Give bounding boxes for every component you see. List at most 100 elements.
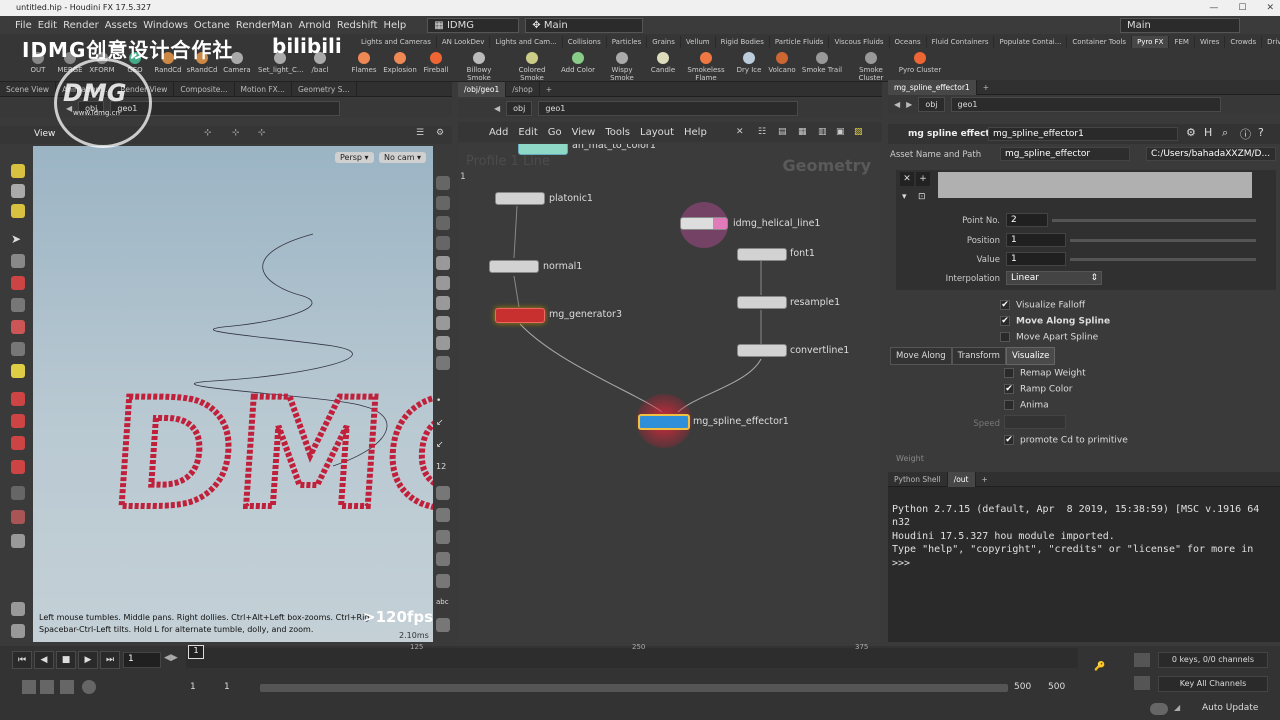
camera-icon[interactable] xyxy=(436,336,450,350)
network-menu-go[interactable]: Go xyxy=(543,127,567,138)
snap-icon[interactable]: ⊹ xyxy=(204,128,212,138)
node-resample1[interactable] xyxy=(737,296,787,309)
channel-icon[interactable] xyxy=(1134,653,1150,667)
grid-icon[interactable]: ▦ xyxy=(798,127,807,137)
add-tab-icon[interactable]: + xyxy=(540,82,558,97)
timeline-ruler[interactable] xyxy=(186,648,1078,668)
texture-icon[interactable] xyxy=(436,356,450,370)
image-icon[interactable]: ▣ xyxy=(836,127,845,137)
jump-end-icon[interactable]: ⏭ xyxy=(100,651,120,669)
shelf-tab[interactable]: Particle Fluids xyxy=(770,36,830,48)
shelf-tab[interactable]: AN LookDev xyxy=(437,36,491,48)
table-icon[interactable]: ▥ xyxy=(818,127,827,137)
light-icon[interactable] xyxy=(436,316,450,330)
maximize-button[interactable]: ☐ xyxy=(1238,0,1246,16)
shelf-tab-pyro-fx[interactable]: Pyro FX xyxy=(1132,36,1170,48)
promote-cd-checkbox[interactable]: ✔ promote Cd to primitive xyxy=(1004,435,1128,446)
start-frame[interactable]: 1 xyxy=(190,682,196,692)
move-icon[interactable] xyxy=(11,342,25,356)
menu-renderman[interactable]: RenderMan xyxy=(233,20,296,31)
key-all-channels-button[interactable]: Key All Channels xyxy=(1158,676,1268,692)
shelf-tab[interactable]: Lights and Cam... xyxy=(490,36,563,48)
select-tool-icon[interactable] xyxy=(11,164,25,178)
main-dropdown-right[interactable]: Main xyxy=(1120,17,1240,33)
normal-icon[interactable]: ↙ xyxy=(436,440,450,454)
path-obj[interactable]: obj xyxy=(918,97,945,112)
menu-arnold[interactable]: Arnold xyxy=(296,20,334,31)
shelf-tool-add-color[interactable]: Add Color xyxy=(556,52,600,74)
network-menu-tools[interactable]: Tools xyxy=(600,127,635,138)
shelf-tab[interactable]: Oceans xyxy=(890,36,927,48)
menu-edit[interactable]: Edit xyxy=(35,20,60,31)
path-obj[interactable]: obj xyxy=(506,101,533,116)
sphere-icon[interactable] xyxy=(436,256,450,270)
position-field[interactable]: 1 xyxy=(1006,233,1066,247)
forward-arrow-icon[interactable]: ▶ xyxy=(906,100,912,109)
sculpt-icon[interactable] xyxy=(11,510,25,524)
path-geo1[interactable]: geo1 xyxy=(950,97,1221,112)
remap-weight-checkbox[interactable]: Remap Weight xyxy=(1004,368,1086,379)
sphere-icon[interactable] xyxy=(436,276,450,290)
visualize-falloff-checkbox[interactable]: ✔ Visualize Falloff xyxy=(1000,300,1085,311)
add-icon[interactable]: + xyxy=(916,172,930,186)
snap-grid-icon[interactable] xyxy=(11,320,25,334)
stop-icon[interactable]: ■ xyxy=(56,651,76,669)
ramp-editor[interactable] xyxy=(938,172,1252,198)
auto-update-button[interactable]: Auto Update xyxy=(1202,703,1258,713)
subtab-move-along[interactable]: Move Along xyxy=(890,347,952,365)
shelf-tab[interactable]: Populate Contai... xyxy=(994,36,1068,48)
handle-tool-icon[interactable] xyxy=(11,204,25,218)
node-mg-generator3[interactable] xyxy=(495,308,545,323)
node-mg-spline-effector1[interactable] xyxy=(638,414,690,430)
wrench-icon[interactable]: ✕ xyxy=(736,127,744,137)
display-icon[interactable] xyxy=(436,216,450,230)
shelf-tool-volcano[interactable]: Volcano xyxy=(760,52,804,74)
close-button[interactable]: ✕ xyxy=(1266,0,1274,16)
display-icon[interactable] xyxy=(436,618,450,632)
network-menu-add[interactable]: Add xyxy=(484,127,513,138)
subtab-transform[interactable]: Transform xyxy=(951,347,1006,365)
point-no-slider[interactable] xyxy=(1052,219,1256,222)
tab-shop[interactable]: /shop xyxy=(506,81,540,97)
tab-motion-fx[interactable]: Motion FX... xyxy=(235,81,292,97)
menu-windows[interactable]: Windows xyxy=(140,20,191,31)
display-icon[interactable] xyxy=(436,530,450,544)
shelf-tab[interactable]: Container Tools xyxy=(1067,36,1133,48)
display-icon[interactable] xyxy=(436,236,450,250)
node-an-mat-to-color1[interactable] xyxy=(518,144,568,155)
scale-icon[interactable] xyxy=(11,414,25,428)
node-convertline1[interactable] xyxy=(737,344,787,357)
display-icon[interactable] xyxy=(436,552,450,566)
search-icon[interactable]: ⌕ xyxy=(1222,126,1228,140)
tab-obj-geo1[interactable]: /obj/geo1 xyxy=(458,81,507,97)
network-menu-edit[interactable]: Edit xyxy=(513,127,542,138)
help-icon[interactable]: H xyxy=(1204,126,1212,139)
camera-icon[interactable] xyxy=(11,486,25,500)
shelf-tab[interactable]: Drive Simulation xyxy=(1262,36,1280,48)
tab-geometry-spreadsheet[interactable]: Geometry S... xyxy=(292,81,357,97)
ramp-color-checkbox[interactable]: ✔ Ramp Color xyxy=(1004,384,1072,395)
back-arrow-icon[interactable]: ◀ xyxy=(494,104,500,113)
shelf-tool-candle[interactable]: Candle xyxy=(641,52,685,74)
normal-icon[interactable]: ↙ xyxy=(436,418,450,432)
step-back-icon[interactable]: ◀ xyxy=(34,651,54,669)
asset-name-field[interactable]: mg_spline_effector xyxy=(1000,147,1130,161)
node-name-field[interactable]: mg_spline_effector1 xyxy=(988,127,1178,141)
shelf-tool-wispy-smoke[interactable]: Wispy Smoke xyxy=(600,52,644,82)
shelf-tab[interactable]: Collisions xyxy=(563,36,607,48)
network-menu-layout[interactable]: Layout xyxy=(635,127,679,138)
network-editor[interactable]: Geometry Profile 1 Line 1 an_mat_to_colo… xyxy=(458,144,881,642)
shelf-tab[interactable]: Lights and Cameras xyxy=(356,36,437,48)
node-normal1[interactable] xyxy=(489,260,539,273)
menu-redshift[interactable]: Redshift xyxy=(334,20,381,31)
network-menu-view[interactable]: View xyxy=(567,127,601,138)
asset-path-field[interactable]: C:/Users/bahadaXXZM/D... xyxy=(1146,147,1276,161)
rotate-icon[interactable] xyxy=(11,392,25,406)
menu-file[interactable]: File xyxy=(12,20,35,31)
point-no-field[interactable]: 2 xyxy=(1006,213,1048,227)
network-menu-help[interactable]: Help xyxy=(679,127,712,138)
info-icon[interactable]: ⓘ xyxy=(1240,126,1251,142)
shelf-tool-fireball[interactable]: Fireball xyxy=(414,52,458,74)
chevron-down-icon[interactable]: ▾ xyxy=(902,192,907,202)
end-frame[interactable]: 500 xyxy=(1014,682,1031,692)
